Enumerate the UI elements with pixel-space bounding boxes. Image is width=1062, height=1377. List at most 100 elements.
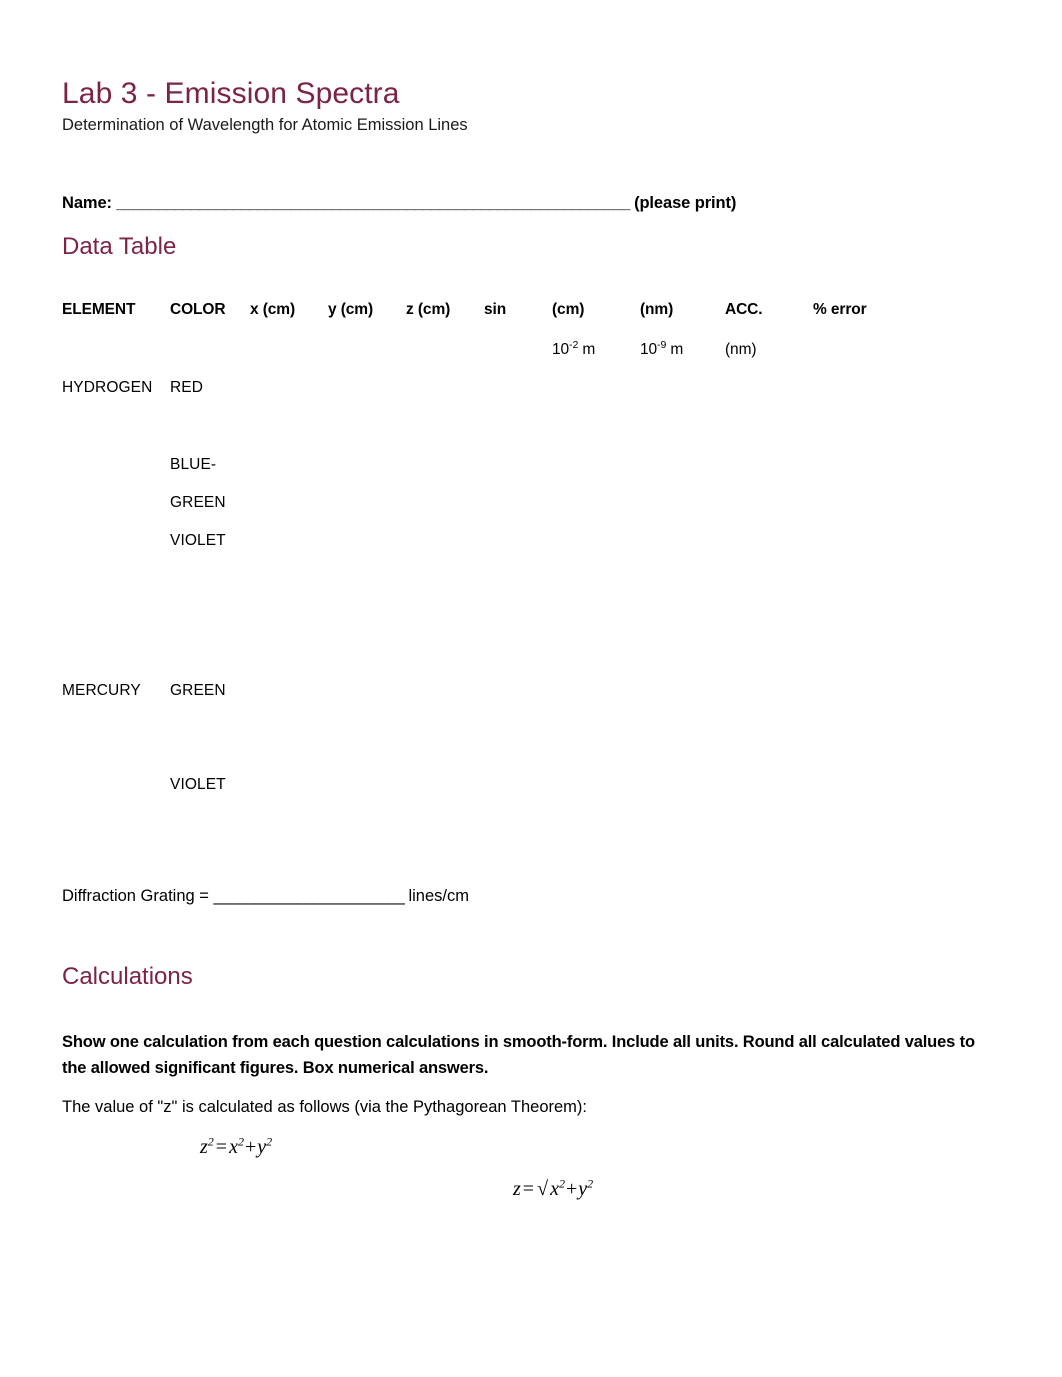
cell-nm[interactable] bbox=[640, 531, 725, 569]
cell-nm[interactable] bbox=[640, 493, 725, 531]
cell-z[interactable] bbox=[406, 378, 484, 417]
cell-x[interactable] bbox=[250, 455, 328, 493]
cell-z[interactable] bbox=[406, 531, 484, 569]
spacer-cell bbox=[813, 719, 992, 775]
cell-nm[interactable] bbox=[640, 455, 725, 493]
cell-nm[interactable] bbox=[640, 378, 725, 417]
formula-z-sqrt: z = √ x2+y2 bbox=[513, 1177, 593, 1201]
cell-acc[interactable] bbox=[725, 775, 813, 813]
cell-color: VIOLET bbox=[170, 532, 226, 549]
cell-percent-error[interactable] bbox=[813, 681, 992, 719]
table-header-row: ELEMENT COLOR x (cm) y (cm) z (cm) sin (… bbox=[62, 300, 992, 340]
subheader-cm-unit: 10-2 m bbox=[552, 340, 640, 378]
header-element: ELEMENT bbox=[62, 301, 136, 318]
table-spacer-row bbox=[62, 417, 992, 455]
cell-color: GREEN bbox=[170, 682, 226, 699]
formula2-equals: = bbox=[522, 1178, 535, 1200]
name-please-print-hint: (please print) bbox=[634, 194, 737, 212]
spacer-cell bbox=[552, 719, 640, 775]
spacer-cell bbox=[813, 417, 992, 455]
formula1-term2-var: y bbox=[257, 1136, 267, 1158]
spacer-cell bbox=[725, 569, 813, 625]
cell-x[interactable] bbox=[250, 493, 328, 531]
cell-y[interactable] bbox=[328, 775, 406, 813]
formula2-plus: + bbox=[565, 1178, 578, 1200]
cell-element: MERCURY bbox=[62, 682, 141, 699]
cell-z[interactable] bbox=[406, 493, 484, 531]
diffraction-grating-blank-line[interactable]: _______________________ bbox=[213, 887, 404, 905]
spacer-cell bbox=[406, 417, 484, 455]
data-table-heading: Data Table bbox=[62, 233, 177, 260]
cell-z[interactable] bbox=[406, 681, 484, 719]
document-page: Lab 3 - Emission Spectra Determination o… bbox=[0, 0, 1062, 1377]
spacer-cell bbox=[552, 417, 640, 455]
cell-acc[interactable] bbox=[725, 681, 813, 719]
cell-sin[interactable] bbox=[484, 531, 552, 569]
cell-y[interactable] bbox=[328, 378, 406, 417]
header-nm: (nm) bbox=[640, 301, 674, 318]
table-row: VIOLET bbox=[62, 531, 992, 569]
table-row: MERCURY GREEN bbox=[62, 681, 992, 719]
spacer-cell bbox=[406, 569, 484, 625]
cell-cm[interactable] bbox=[552, 455, 640, 493]
cell-element bbox=[62, 493, 170, 531]
cell-percent-error[interactable] bbox=[813, 531, 992, 569]
header-cm: (cm) bbox=[552, 301, 585, 318]
z-calculation-intro: The value of "z" is calculated as follow… bbox=[62, 1098, 588, 1116]
cell-acc[interactable] bbox=[725, 378, 813, 417]
cell-percent-error[interactable] bbox=[813, 493, 992, 531]
cell-percent-error[interactable] bbox=[813, 455, 992, 493]
spacer-cell bbox=[484, 417, 552, 455]
cell-z[interactable] bbox=[406, 455, 484, 493]
cell-sin[interactable] bbox=[484, 681, 552, 719]
name-blank-line[interactable]: ________________________________________… bbox=[116, 194, 630, 212]
cell-cm[interactable] bbox=[552, 775, 640, 813]
cell-x[interactable] bbox=[250, 775, 328, 813]
spacer-cell bbox=[250, 719, 328, 775]
cell-cm[interactable] bbox=[552, 378, 640, 417]
cell-acc[interactable] bbox=[725, 531, 813, 569]
spacer-cell bbox=[328, 417, 406, 455]
cell-x[interactable] bbox=[250, 378, 328, 417]
cell-x[interactable] bbox=[250, 531, 328, 569]
header-y: y (cm) bbox=[328, 301, 374, 318]
name-label: Name: bbox=[62, 194, 112, 212]
spacer-cell bbox=[640, 569, 725, 625]
data-table-grid: ELEMENT COLOR x (cm) y (cm) z (cm) sin (… bbox=[62, 300, 992, 813]
diffraction-grating-label: Diffraction Grating = bbox=[62, 887, 214, 905]
cell-cm[interactable] bbox=[552, 681, 640, 719]
cell-acc[interactable] bbox=[725, 455, 813, 493]
cell-z[interactable] bbox=[406, 775, 484, 813]
subheader-sin-spacer bbox=[484, 340, 552, 378]
cell-sin[interactable] bbox=[484, 493, 552, 531]
calculations-instructions: Show one calculation from each question … bbox=[62, 1033, 975, 1077]
header-z: z (cm) bbox=[406, 301, 451, 318]
cell-cm[interactable] bbox=[552, 531, 640, 569]
formula2-term1-var: x bbox=[550, 1178, 559, 1200]
subheader-element-spacer bbox=[62, 340, 170, 378]
cell-nm[interactable] bbox=[640, 681, 725, 719]
cell-percent-error[interactable] bbox=[813, 775, 992, 813]
spacer-cell bbox=[170, 719, 250, 775]
cell-sin[interactable] bbox=[484, 378, 552, 417]
spacer-cell bbox=[328, 719, 406, 775]
cell-x[interactable] bbox=[250, 681, 328, 719]
cell-cm[interactable] bbox=[552, 493, 640, 531]
cell-element bbox=[62, 455, 170, 493]
cell-nm[interactable] bbox=[640, 775, 725, 813]
spacer-cell bbox=[725, 417, 813, 455]
cell-sin[interactable] bbox=[484, 775, 552, 813]
table-row: GREEN bbox=[62, 493, 992, 531]
subheader-error-spacer bbox=[813, 340, 992, 378]
cell-y[interactable] bbox=[328, 531, 406, 569]
cell-acc[interactable] bbox=[725, 493, 813, 531]
cell-y[interactable] bbox=[328, 681, 406, 719]
cell-element: HYDROGEN bbox=[62, 379, 153, 396]
spacer-cell bbox=[328, 625, 406, 681]
cell-y[interactable] bbox=[328, 455, 406, 493]
cell-percent-error[interactable] bbox=[813, 378, 992, 417]
formula2-lhs-var: z bbox=[513, 1178, 521, 1200]
name-field-row: Name: __________________________________… bbox=[62, 192, 736, 214]
cell-y[interactable] bbox=[328, 493, 406, 531]
cell-sin[interactable] bbox=[484, 455, 552, 493]
